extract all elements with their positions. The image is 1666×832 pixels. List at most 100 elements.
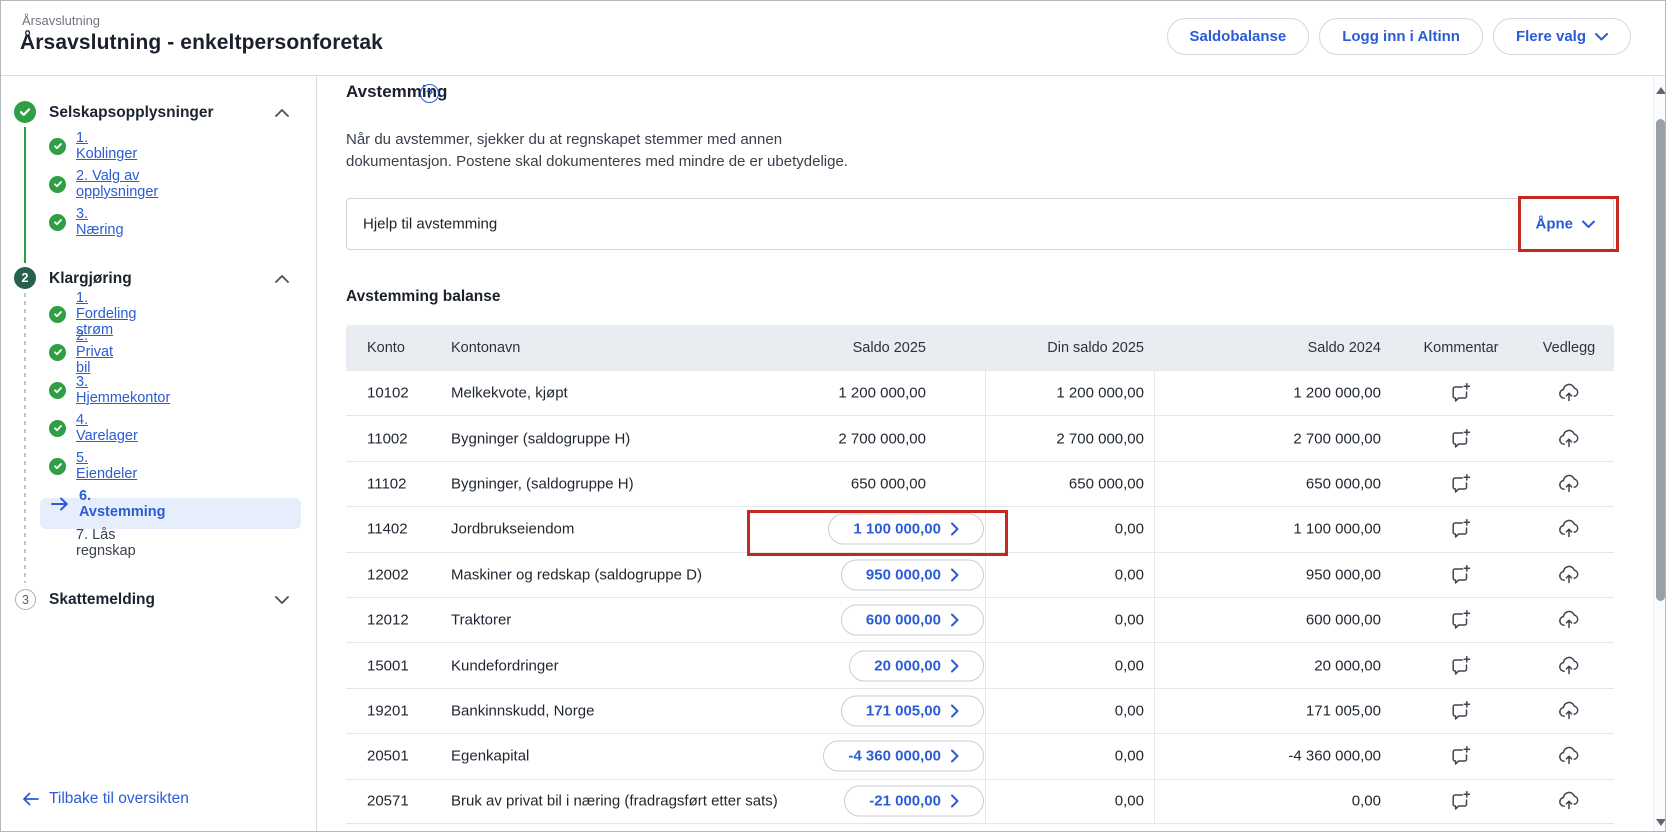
step-number-3-icon: 3 [15, 589, 36, 610]
upload-attachment-icon[interactable] [1557, 789, 1581, 813]
upload-attachment-icon[interactable] [1557, 517, 1581, 541]
cell-konto: 19201 [367, 702, 409, 719]
sidebar-item-label[interactable]: 4. Varelager [76, 412, 138, 444]
cell-konto: 15001 [367, 657, 409, 674]
upload-attachment-icon[interactable] [1557, 472, 1581, 496]
cell-kontonavn: Bruk av privat bil i næring (fradragsfør… [451, 793, 778, 810]
add-comment-icon[interactable] [1449, 563, 1473, 587]
sidebar-item-label: 7. Lås regnskap [76, 527, 136, 559]
saldobalanse-label: Saldobalanse [1190, 28, 1287, 45]
cell-kontonavn: Egenkapital [451, 748, 529, 765]
sidebar-item-label[interactable]: 5. Eiendeler [76, 450, 137, 482]
sidebar-section-skattemelding[interactable]: Skattemelding [49, 591, 155, 609]
saldo-2025-pill-button[interactable]: -4 360 000,00 [823, 741, 984, 772]
upload-attachment-icon[interactable] [1557, 654, 1581, 678]
sidebar-item-label[interactable]: 3. Næring [76, 206, 124, 238]
cell-saldo-2024: 0,00 [1352, 793, 1381, 810]
page-title: Årsavslutning - enkeltpersonforetak [20, 31, 383, 55]
add-comment-icon[interactable] [1449, 608, 1473, 632]
saldo-2025-pill-button[interactable]: 20 000,00 [849, 650, 984, 681]
sidebar-item-label[interactable]: 2. Privat bil [76, 328, 113, 376]
vertical-scrollbar[interactable] [1653, 77, 1666, 832]
col-konto: Konto [367, 340, 405, 356]
cell-din-saldo-2025: 0,00 [1115, 702, 1144, 719]
add-comment-icon[interactable] [1449, 427, 1473, 451]
sidebar-item-label[interactable]: 6. Avstemming [79, 488, 165, 520]
table-row: 11402 Jordbrukseiendom 1 100 000,00 0,00… [346, 506, 1614, 551]
intro-line-2: dokumentasjon. Postene skal dokumenteres… [346, 151, 848, 173]
saldo-2025-pill-button[interactable]: 600 000,00 [841, 605, 984, 636]
check-circle-icon [49, 458, 66, 475]
cell-kontonavn: Melkekvote, kjøpt [451, 385, 568, 402]
table-row: 11102 Bygninger, (saldogruppe H) 650 000… [346, 461, 1614, 506]
table-title: Avstemming balanse [346, 288, 500, 306]
upload-attachment-icon[interactable] [1557, 608, 1581, 632]
cell-kontonavn: Traktorer [451, 612, 511, 629]
section-done-check-icon [14, 101, 36, 123]
saldo-2025-pill-button[interactable]: 171 005,00 [841, 695, 984, 726]
cell-din-saldo-2025: 650 000,00 [1069, 475, 1144, 492]
scroll-up-arrow[interactable] [1656, 87, 1666, 94]
upload-attachment-icon[interactable] [1557, 699, 1581, 723]
altinn-login-button[interactable]: Logg inn i Altinn [1319, 18, 1483, 55]
table-row: 10102 Melkekvote, kjøpt 1 200 000,00 1 2… [346, 370, 1614, 415]
saldo-2025-pill-button[interactable]: 1 100 000,00 [828, 514, 984, 545]
cell-saldo-2024: 2 700 000,00 [1293, 430, 1381, 447]
cell-din-saldo-2025: 0,00 [1115, 657, 1144, 674]
add-comment-icon[interactable] [1449, 381, 1473, 405]
reconciliation-table: Konto Kontonavn Saldo 2025 Din saldo 202… [346, 325, 1614, 824]
table-header: Konto Kontonavn Saldo 2025 Din saldo 202… [346, 325, 1614, 370]
sidebar-section-selskapsopplysninger[interactable]: Selskapsopplysninger [49, 104, 214, 122]
step-number: 3 [22, 593, 29, 607]
add-comment-icon[interactable] [1449, 517, 1473, 541]
cell-kontonavn: Kundefordringer [451, 657, 559, 674]
back-to-overview-link[interactable]: Tilbake til oversikten [22, 790, 189, 808]
upload-attachment-icon[interactable] [1557, 744, 1581, 768]
arrow-right-icon [51, 496, 69, 512]
scrollbar-thumb[interactable] [1656, 119, 1665, 601]
col-din-saldo-2025: Din saldo 2025 [1047, 340, 1144, 356]
cell-konto: 20571 [367, 793, 409, 810]
sidebar-section-klargjoring[interactable]: Klargjøring [49, 270, 132, 288]
scroll-down-arrow[interactable] [1656, 819, 1666, 826]
help-icon[interactable]: ? [420, 84, 439, 103]
chevron-up-icon[interactable] [275, 106, 289, 120]
altinn-label: Logg inn i Altinn [1342, 28, 1460, 45]
upload-attachment-icon[interactable] [1557, 427, 1581, 451]
arrow-left-icon [22, 792, 39, 806]
saldo-2025-pill-button[interactable]: -21 000,00 [844, 786, 984, 817]
chevron-up-icon[interactable] [275, 272, 289, 286]
add-comment-icon[interactable] [1449, 654, 1473, 678]
cell-saldo-2025: 1 200 000,00 [838, 385, 926, 402]
help-accordion[interactable]: Hjelp til avstemming Åpne [346, 198, 1614, 250]
cell-din-saldo-2025: 0,00 [1115, 612, 1144, 629]
sidebar-item-label[interactable]: 2. Valg av opplysninger [76, 168, 158, 200]
add-comment-icon[interactable] [1449, 789, 1473, 813]
cell-din-saldo-2025: 0,00 [1115, 748, 1144, 765]
chevron-down-icon[interactable] [275, 593, 289, 607]
cell-din-saldo-2025: 1 200 000,00 [1056, 385, 1144, 402]
chevron-right-icon [951, 750, 959, 763]
upload-attachment-icon[interactable] [1557, 381, 1581, 405]
more-options-button[interactable]: Flere valg [1493, 18, 1631, 55]
intro-line-1: Når du avstemmer, sjekker du at regnskap… [346, 129, 848, 151]
saldobalanse-button[interactable]: Saldobalanse [1167, 18, 1310, 55]
cell-saldo-2024: 600 000,00 [1306, 612, 1381, 629]
breadcrumb: Årsavslutning [22, 13, 100, 28]
add-comment-icon[interactable] [1449, 472, 1473, 496]
sidebar-item-label[interactable]: 1. Koblinger [76, 130, 137, 162]
col-saldo-2025: Saldo 2025 [853, 340, 926, 356]
chevron-down-icon [1582, 220, 1595, 228]
open-help-button[interactable]: Åpne [1536, 216, 1596, 233]
upload-attachment-icon[interactable] [1557, 563, 1581, 587]
top-actions: Saldobalanse Logg inn i Altinn Flere val… [1167, 18, 1632, 55]
add-comment-icon[interactable] [1449, 744, 1473, 768]
sidebar-item-label[interactable]: 3. Hjemmekontor [76, 374, 170, 406]
cell-saldo-2025: 650 000,00 [851, 475, 926, 492]
intro-text: Når du avstemmer, sjekker du at regnskap… [346, 129, 848, 173]
column-divider [1154, 370, 1155, 824]
cell-saldo-2024: 1 200 000,00 [1293, 385, 1381, 402]
add-comment-icon[interactable] [1449, 699, 1473, 723]
saldo-2025-pill-button[interactable]: 950 000,00 [841, 559, 984, 590]
column-divider [985, 370, 986, 824]
